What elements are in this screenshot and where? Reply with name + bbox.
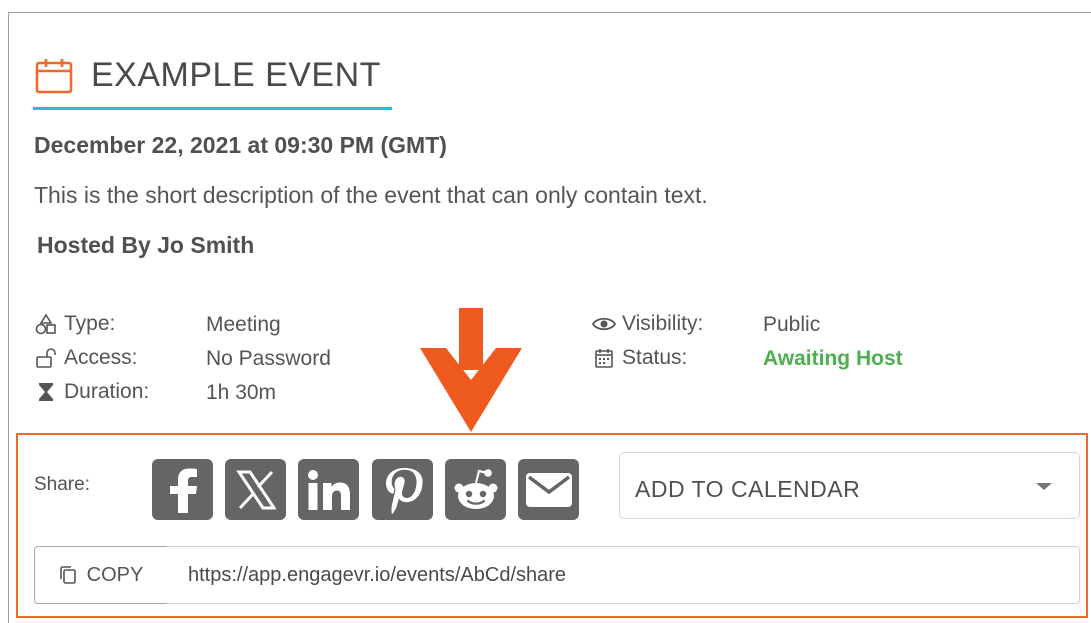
visibility-value: Public <box>763 313 821 336</box>
event-datetime: December 22, 2021 at 09:30 PM (GMT) <box>34 132 447 158</box>
linkedin-share-button[interactable] <box>298 459 359 520</box>
detail-visibility: Visibility: <box>592 312 703 336</box>
add-to-calendar-label: ADD TO CALENDAR <box>635 476 861 502</box>
arrow-down-icon <box>420 308 522 432</box>
type-label: Type: <box>64 312 116 335</box>
shapes-icon <box>34 312 58 336</box>
reddit-share-button[interactable] <box>445 459 506 520</box>
event-description: This is the short description of the eve… <box>34 182 708 208</box>
x-icon <box>235 470 276 509</box>
duration-value: 1h 30m <box>206 381 277 404</box>
calendar-icon <box>35 58 73 93</box>
facebook-share-button[interactable] <box>152 459 213 520</box>
event-title: EXAMPLE EVENT <box>91 56 381 94</box>
email-icon <box>525 472 572 507</box>
unlock-icon <box>34 346 58 370</box>
access-value: No Password <box>206 347 331 370</box>
pinterest-icon <box>385 467 423 514</box>
reddit-icon <box>454 468 497 509</box>
detail-access: Access: <box>34 346 138 370</box>
hourglass-icon <box>34 380 58 404</box>
x-share-button[interactable] <box>225 459 286 520</box>
copy-button[interactable]: COPY <box>34 546 168 604</box>
status-label: Status: <box>622 346 688 369</box>
pinterest-share-button[interactable] <box>372 459 433 520</box>
event-host: Hosted By Jo Smith <box>37 232 255 258</box>
duration-label: Duration: <box>64 380 150 403</box>
linkedin-icon <box>307 469 350 510</box>
facebook-icon <box>169 468 197 513</box>
title-underline <box>33 107 392 110</box>
event-title-row: EXAMPLE EVENT <box>35 56 381 95</box>
detail-duration: Duration: <box>34 380 149 404</box>
copy-label: COPY <box>86 563 144 586</box>
detail-type: Type: <box>34 312 115 336</box>
status-value: Awaiting Host <box>763 347 903 370</box>
visibility-label: Visibility: <box>622 312 704 335</box>
caret-down-icon <box>1036 483 1052 490</box>
copy-icon <box>59 566 76 584</box>
type-value: Meeting <box>206 313 281 336</box>
access-label: Access: <box>64 346 138 369</box>
detail-status: Status: <box>592 346 687 370</box>
email-share-button[interactable] <box>518 459 579 520</box>
eye-icon <box>592 312 616 336</box>
add-to-calendar-select[interactable]: ADD TO CALENDAR <box>619 452 1080 519</box>
share-url-field[interactable] <box>167 546 1080 604</box>
share-label: Share: <box>34 474 90 495</box>
calendar-icon <box>592 346 616 370</box>
